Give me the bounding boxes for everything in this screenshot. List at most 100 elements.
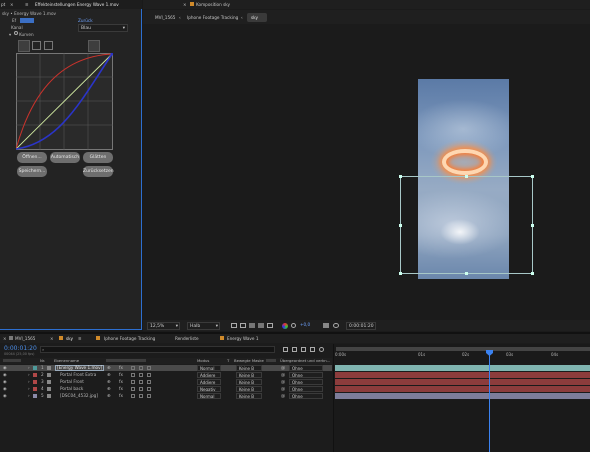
- effects-reset-link[interactable]: Zurück: [78, 18, 93, 23]
- layer-mode-select[interactable]: Addiere: [197, 372, 221, 378]
- shy-layers-icon[interactable]: [301, 347, 306, 352]
- grid-guides-icon[interactable]: [267, 323, 273, 328]
- layer-color-label[interactable]: [33, 394, 37, 398]
- layer-color-label[interactable]: [33, 366, 37, 370]
- curves-smooth-button[interactable]: Glätten: [83, 152, 113, 163]
- draft-3d-icon[interactable]: [292, 347, 297, 352]
- layer-color-label[interactable]: [33, 373, 37, 377]
- fit-icon[interactable]: [231, 323, 237, 328]
- layer-parent-select[interactable]: Ohne: [289, 386, 323, 392]
- layer-row[interactable]: ◉ › 2 Portal Front Extra ⊕ fx Addiere Ke…: [0, 372, 332, 378]
- expand-twirl-icon[interactable]: ›: [28, 379, 30, 385]
- channel-select[interactable]: Blau ▾: [78, 24, 128, 32]
- switch-fx-icon[interactable]: fx: [119, 372, 123, 378]
- zoom-select[interactable]: 12,5% ▾: [147, 322, 180, 330]
- show-snapshot-icon[interactable]: [333, 323, 339, 328]
- expand-twirl-icon[interactable]: ›: [28, 386, 30, 392]
- track-bar[interactable]: [335, 365, 590, 371]
- curves-save-button[interactable]: Speichern...: [17, 166, 47, 177]
- switch-box-icon[interactable]: [147, 394, 151, 398]
- curve-tool-expand-icon[interactable]: [102, 41, 111, 50]
- switch-fx-icon[interactable]: fx: [119, 365, 123, 371]
- pickwhip-icon[interactable]: @: [281, 379, 285, 385]
- switch-box-icon[interactable]: [139, 394, 143, 398]
- curves-reset-button[interactable]: Zurücksetzen: [83, 166, 114, 177]
- switch-box-icon[interactable]: [139, 366, 143, 370]
- col-trackmatte[interactable]: Bewegte Maske: [234, 358, 264, 364]
- col-name[interactable]: Ebenenname: [54, 358, 79, 364]
- timeline-track-area[interactable]: 0:00s 01s 02s 03s 04s: [333, 344, 590, 452]
- timeline-tab-iphone[interactable]: Iphone Footage Tracking: [104, 336, 155, 341]
- channel-rgb-icon[interactable]: [282, 323, 288, 329]
- layer-row[interactable]: ◉ › 5 [DSC04_4532.jpg] ⊕ fx Normal Keine…: [0, 393, 332, 399]
- switch-box-icon[interactable]: [147, 373, 151, 377]
- curve-tool-pointer-icon[interactable]: [18, 40, 30, 52]
- comp-mini-flowchart-icon[interactable]: [283, 347, 288, 352]
- comp-panel-close[interactable]: ×: [183, 2, 187, 7]
- track-bar[interactable]: [335, 379, 590, 385]
- transform-handle[interactable]: [399, 175, 402, 178]
- curve-tool-smooth-icon[interactable]: [44, 41, 53, 50]
- layer-mode-select[interactable]: Negativ: [197, 386, 221, 392]
- curve-tool-pencil-icon[interactable]: [32, 41, 41, 50]
- region-of-interest-icon[interactable]: [258, 323, 264, 328]
- layer-parent-select[interactable]: Ohne: [289, 372, 323, 378]
- switch-fx-icon[interactable]: fx: [119, 379, 123, 385]
- layer-name[interactable]: Portal Front Extra: [60, 372, 96, 378]
- switch-box-icon[interactable]: [131, 394, 135, 398]
- layer-matte-select[interactable]: Keine B: [236, 379, 262, 385]
- timeline-search-input[interactable]: ⌕: [40, 346, 275, 353]
- pickwhip-icon[interactable]: @: [281, 386, 285, 392]
- visibility-eye-icon[interactable]: ◉: [3, 365, 7, 371]
- layer-matte-select[interactable]: Keine B: [236, 393, 262, 399]
- frame-blending-icon[interactable]: [310, 347, 315, 352]
- layer-matte-select[interactable]: Keine B: [236, 372, 262, 378]
- transform-handle[interactable]: [399, 224, 402, 227]
- transform-handle[interactable]: [465, 272, 468, 275]
- curve-tool-linear-icon[interactable]: [88, 40, 100, 52]
- layer-name[interactable]: [Energy Wave 1.mov]: [55, 365, 105, 371]
- switch-box-icon[interactable]: [131, 387, 135, 391]
- curves-auto-button[interactable]: Automatisch: [50, 152, 80, 163]
- switch-box-icon[interactable]: [147, 366, 151, 370]
- mask-view-icon[interactable]: [249, 323, 255, 328]
- switch-shy-icon[interactable]: ⊕: [107, 386, 111, 392]
- curves-graph[interactable]: [16, 53, 113, 150]
- col-parent[interactable]: Übergeordnet und verkn...: [280, 358, 330, 364]
- transparency-grid-icon[interactable]: [240, 323, 246, 328]
- playhead-line[interactable]: [489, 352, 490, 452]
- switch-box-icon[interactable]: [139, 373, 143, 377]
- transform-handle[interactable]: [531, 272, 534, 275]
- visibility-eye-icon[interactable]: ◉: [3, 379, 7, 385]
- visibility-eye-icon[interactable]: ◉: [3, 372, 7, 378]
- switch-box-icon[interactable]: [147, 380, 151, 384]
- col-mode[interactable]: Modus: [197, 358, 209, 364]
- effect-name-highlight[interactable]: [20, 18, 34, 23]
- motion-blur-icon[interactable]: [319, 347, 324, 352]
- comp-tab-mvi[interactable]: MVI_1565: [155, 15, 175, 20]
- track-bar[interactable]: [335, 372, 590, 378]
- comp-viewer[interactable]: [143, 24, 590, 318]
- panel-tab-prefix[interactable]: pt: [1, 2, 5, 7]
- switch-fx-icon[interactable]: fx: [119, 386, 123, 392]
- layer-parent-select[interactable]: Ohne: [289, 365, 323, 371]
- timeline-tab-close[interactable]: ×: [3, 336, 7, 341]
- track-bar[interactable]: [335, 386, 590, 392]
- switch-box-icon[interactable]: [131, 380, 135, 384]
- timeline-tab-sky[interactable]: sky: [66, 336, 73, 341]
- layer-parent-select[interactable]: Ohne: [289, 393, 323, 399]
- layer-color-label[interactable]: [33, 380, 37, 384]
- transform-handle[interactable]: [465, 175, 468, 178]
- work-area-bar[interactable]: [336, 347, 590, 351]
- stopwatch-icon[interactable]: [14, 31, 18, 35]
- curves-expand-icon[interactable]: ▾: [9, 32, 11, 37]
- switch-box-icon[interactable]: [139, 387, 143, 391]
- layer-matte-select[interactable]: Keine B: [236, 365, 262, 371]
- expand-twirl-icon[interactable]: ›: [28, 365, 30, 371]
- switch-shy-icon[interactable]: ⊕: [107, 379, 111, 385]
- transform-handle[interactable]: [531, 224, 534, 227]
- effects-tab-title[interactable]: Effekteinstellungen Energy Wave 1.mov: [35, 2, 119, 7]
- effects-tab-close[interactable]: ×: [10, 2, 14, 7]
- track-bar[interactable]: [335, 393, 590, 399]
- layer-name[interactable]: Portal back: [60, 386, 83, 392]
